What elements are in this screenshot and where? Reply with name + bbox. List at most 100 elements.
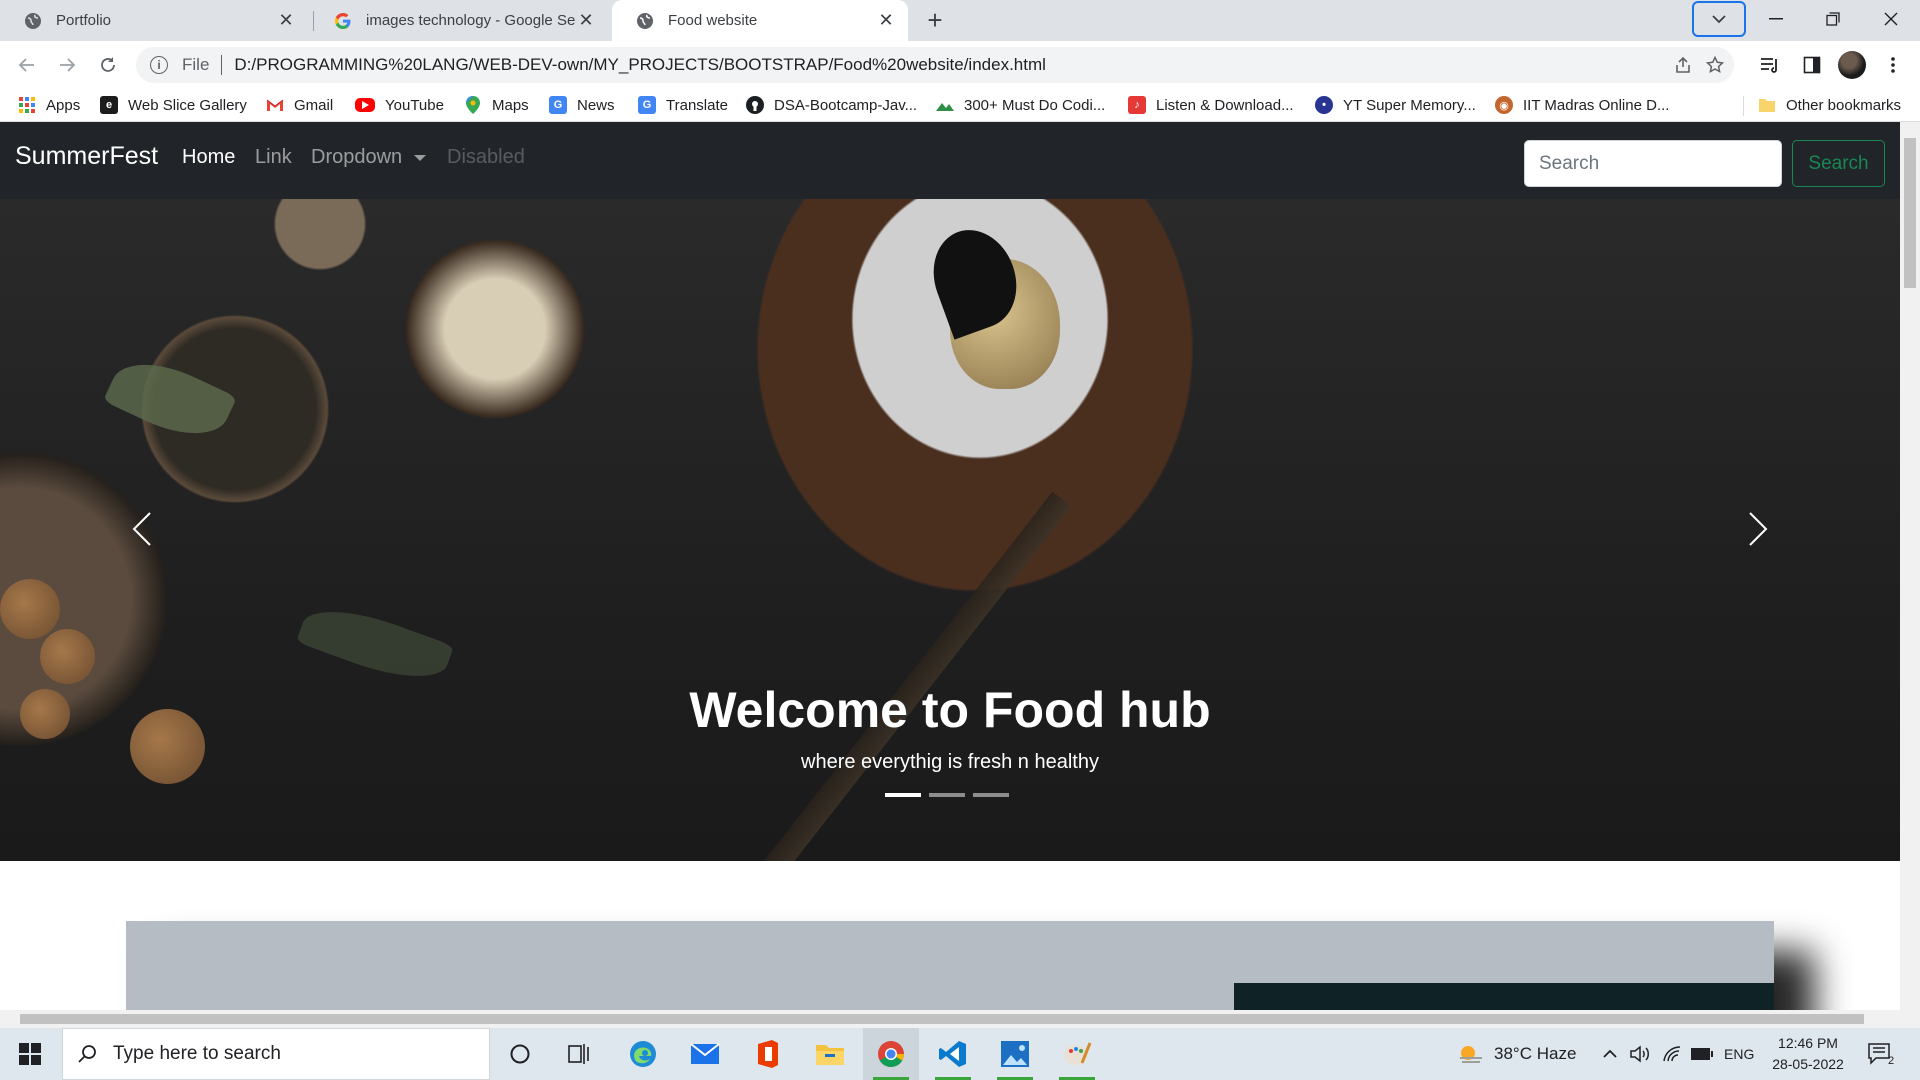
clock-date: 28-05-2022: [1772, 1056, 1844, 1072]
file-explorer-icon[interactable]: [802, 1028, 858, 1080]
url-scheme: File: [182, 55, 210, 74]
windows-taskbar: Type here to search 38°C Haze ENG 12:46 …: [0, 1028, 1920, 1080]
paint-icon[interactable]: [1049, 1028, 1105, 1080]
bookmark-iit-madras[interactable]: ◉ IIT Madras Online D...: [1495, 94, 1669, 116]
bookmark-maps[interactable]: Maps: [464, 94, 529, 116]
forward-arrow-icon[interactable]: [52, 50, 82, 80]
bookmark-yt-super-memory[interactable]: • YT Super Memory...: [1315, 94, 1476, 116]
bookmark-label: Apps: [46, 96, 81, 114]
taskbar-search-box[interactable]: Type here to search: [62, 1028, 490, 1080]
hero-image-leaf: [295, 594, 455, 694]
chevron-down-icon: [1712, 15, 1726, 24]
edge-icon[interactable]: [615, 1028, 671, 1080]
site-brand[interactable]: SummerFest: [15, 142, 158, 171]
reload-icon[interactable]: [93, 50, 123, 80]
system-clock[interactable]: 12:46 PM 28-05-2022: [1762, 1033, 1854, 1075]
weather-text: 38°C Haze: [1494, 1044, 1577, 1063]
bookmarks-bar: Apps e Web Slice Gallery Gmail YouTube M…: [0, 88, 1920, 122]
bookmark-label: DSA-Bootcamp-Jav...: [774, 96, 918, 114]
bookmark-must-do-coding[interactable]: 300+ Must Do Codi...: [936, 94, 1105, 116]
battery-icon[interactable]: [1690, 1028, 1714, 1080]
show-hidden-icons-chevron-icon[interactable]: [1602, 1028, 1618, 1080]
reading-list-icon[interactable]: [1755, 50, 1785, 80]
url-text[interactable]: D:/PROGRAMMING%20LANG/WEB-DEV-own/MY_PRO…: [234, 55, 1046, 75]
bookmark-star-icon[interactable]: [1700, 47, 1730, 83]
carousel-indicator[interactable]: [885, 793, 921, 797]
site-info-icon[interactable]: i: [150, 56, 168, 74]
restore-icon[interactable]: [1805, 0, 1861, 38]
bookmark-label: IIT Madras Online D...: [1523, 96, 1670, 114]
cortana-icon[interactable]: [492, 1028, 548, 1080]
window-close-icon[interactable]: [1863, 0, 1919, 38]
side-panel-icon[interactable]: [1797, 50, 1827, 80]
windows-start-button[interactable]: [10, 1036, 50, 1072]
carousel-indicator[interactable]: [973, 793, 1009, 797]
photos-icon[interactable]: [987, 1028, 1043, 1080]
nav-dropdown[interactable]: Dropdown: [311, 146, 427, 169]
apps-grid-icon: [18, 96, 36, 114]
bookmark-label: Translate: [666, 96, 728, 114]
chrome-taskbar-icon[interactable]: [863, 1028, 919, 1080]
input-language[interactable]: ENG: [1724, 1028, 1754, 1080]
bookmark-label: Listen & Download...: [1156, 96, 1294, 114]
bookmark-label: Web Slice Gallery: [128, 96, 247, 114]
hero-image-utensil: [763, 491, 1072, 861]
wifi-icon[interactable]: [1662, 1028, 1682, 1080]
bookmark-listen-download[interactable]: ♪ Listen & Download...: [1128, 94, 1294, 116]
nav-home[interactable]: Home: [182, 146, 235, 169]
notification-center[interactable]: 2: [1868, 1028, 1894, 1080]
weather-sun-haze-icon: [1460, 1046, 1482, 1063]
hero-image-cookie: [40, 629, 95, 684]
profile-avatar[interactable]: [1838, 51, 1866, 79]
globe-icon: [636, 12, 654, 30]
tab-portfolio[interactable]: Portfolio ✕: [0, 0, 308, 41]
bookmark-label: Other bookmarks: [1786, 96, 1902, 114]
office-icon[interactable]: [740, 1028, 796, 1080]
bookmark-web-slice-gallery[interactable]: e Web Slice Gallery: [100, 94, 247, 116]
bookmark-label: Gmail: [294, 96, 334, 114]
bookmark-other-folder[interactable]: Other bookmarks: [1758, 94, 1901, 116]
site-search-input[interactable]: [1524, 140, 1782, 187]
coding-icon: [936, 96, 954, 114]
gmail-icon: [266, 96, 284, 114]
web-slice-icon: e: [100, 96, 118, 114]
tab-food-website[interactable]: Food website ✕: [612, 0, 908, 41]
minimize-icon[interactable]: [1748, 0, 1804, 38]
vertical-scrollbar-thumb[interactable]: [1904, 138, 1916, 288]
menu-kebab-icon[interactable]: [1878, 50, 1908, 80]
carousel-prev-button[interactable]: [112, 499, 172, 559]
vscode-icon[interactable]: [925, 1028, 981, 1080]
nav-link[interactable]: Link: [255, 146, 292, 169]
carousel-indicators: [885, 793, 1009, 797]
share-icon[interactable]: [1668, 47, 1698, 83]
mail-icon[interactable]: [677, 1028, 733, 1080]
tab-strip: Portfolio ✕ images technology - Google S…: [0, 0, 1920, 41]
carousel-indicator[interactable]: [929, 793, 965, 797]
bookmark-dsa-bootcamp[interactable]: DSA-Bootcamp-Jav...: [746, 94, 917, 116]
chevron-right-icon: [1749, 512, 1768, 546]
bookmark-gmail[interactable]: Gmail: [266, 94, 333, 116]
horizontal-scrollbar-thumb[interactable]: [20, 1014, 1864, 1024]
google-icon: [334, 12, 352, 30]
back-arrow-icon[interactable]: [12, 50, 42, 80]
bookmark-news[interactable]: G News: [549, 94, 615, 116]
bookmark-translate[interactable]: G Translate: [638, 94, 728, 116]
page-viewport: SummerFest Home Link Dropdown Disabled S…: [0, 122, 1900, 1010]
globe-icon: [24, 12, 42, 30]
bookmark-label: Maps: [492, 96, 529, 114]
task-view-icon[interactable]: [552, 1028, 608, 1080]
tab-search-button[interactable]: [1692, 1, 1746, 37]
carousel-caption-title: Welcome to Food hub: [689, 682, 1211, 738]
close-icon[interactable]: ✕: [576, 10, 596, 31]
bookmark-apps[interactable]: Apps: [18, 94, 80, 116]
new-tab-plus-icon[interactable]: +: [922, 7, 948, 34]
close-icon[interactable]: ✕: [876, 10, 896, 31]
tab-google-search[interactable]: images technology - Google Search ✕: [310, 0, 608, 41]
close-icon[interactable]: ✕: [276, 10, 296, 31]
weather-widget[interactable]: 38°C Haze: [1456, 1028, 1576, 1080]
carousel-next-button[interactable]: [1728, 499, 1788, 559]
site-search-button[interactable]: Search: [1792, 140, 1885, 187]
bookmark-youtube[interactable]: YouTube: [355, 94, 444, 116]
address-bar[interactable]: i File D:/PROGRAMMING%20LANG/WEB-DEV-own…: [136, 47, 1734, 83]
volume-icon[interactable]: [1630, 1028, 1652, 1080]
